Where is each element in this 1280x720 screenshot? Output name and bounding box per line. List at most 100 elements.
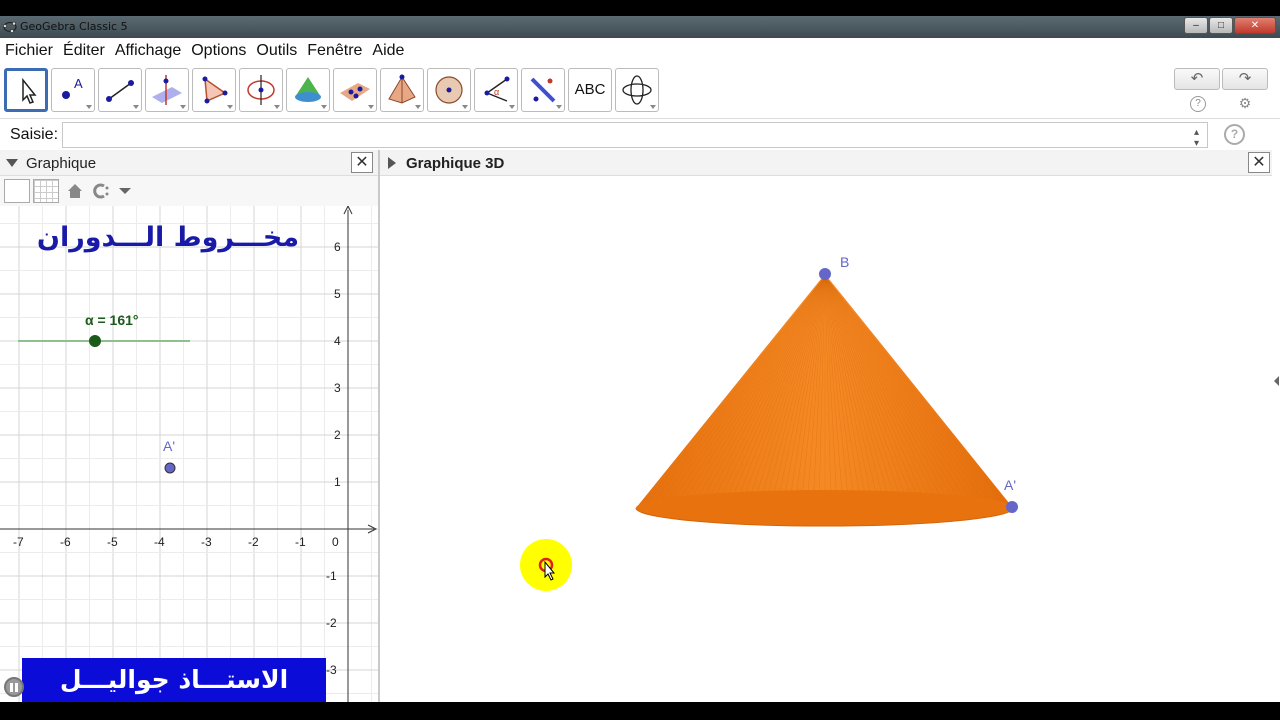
graphics-2d-close-button[interactable]: ✕ [351, 152, 373, 173]
home-icon[interactable] [65, 181, 85, 201]
point-b-label: B [840, 254, 849, 270]
help-icon[interactable]: ? [1190, 96, 1206, 112]
menu-affichage[interactable]: Affichage [110, 38, 186, 60]
bottom-black-bar [0, 702, 1280, 720]
close-window-button[interactable]: ✕ [1234, 17, 1276, 34]
slider-knob[interactable] [89, 335, 101, 347]
reflect-tool-button[interactable] [521, 68, 565, 112]
perpendicular-plane-icon [152, 75, 182, 105]
net-plane-icon [340, 83, 370, 101]
x-tick-label: -5 [107, 535, 118, 549]
show-axes-toggle[interactable] [4, 179, 30, 203]
y-tick-label: -1 [326, 569, 337, 583]
sphere-tool-button[interactable] [427, 68, 471, 112]
sphere-icon [435, 76, 463, 104]
y-tick-label: 3 [334, 381, 341, 395]
expand-caret-icon[interactable] [388, 157, 396, 169]
point-a-prime[interactable] [164, 462, 176, 474]
line-tool-button[interactable] [98, 68, 142, 112]
perpendicular-line-tool-button[interactable] [145, 68, 189, 112]
text-tool-label: ABC [574, 81, 606, 98]
x-tick-label: 0 [332, 535, 339, 549]
menu-options[interactable]: Options [186, 38, 251, 60]
intersect-surfaces-tool-button[interactable] [286, 68, 330, 112]
pause-animation-icon[interactable] [4, 677, 24, 697]
author-banner-arabic: الاستـــاذ جواليـــل احمـــد [22, 658, 326, 702]
show-grid-toggle[interactable] [33, 179, 59, 203]
graphics-2d-canvas[interactable]: -7 -6 -5 -4 -3 -2 -1 0 6 5 4 3 2 1 -1 -2 -3 α = 161° A' [0, 206, 378, 702]
y-tick-label: 4 [334, 334, 341, 348]
pyramid-tool-button[interactable] [333, 68, 377, 112]
y-tick-label: 5 [334, 287, 341, 301]
point-a-prime-label: A' [163, 438, 175, 454]
cone-surface-icon [295, 77, 321, 102]
text-tool-button[interactable]: ABC [568, 68, 612, 112]
point-a-prime-3d-label: A' [1004, 477, 1016, 493]
point-capture-dropdown-icon[interactable] [92, 181, 132, 201]
input-history-spinner-icon[interactable]: ▴ ▾ [1194, 127, 1199, 149]
redo-button[interactable]: ↷ [1222, 68, 1268, 90]
menu-fichier[interactable]: Fichier [0, 38, 58, 60]
x-tick-label: -2 [248, 535, 259, 549]
y-tick-label: -3 [326, 663, 337, 677]
cursor-arrow-icon [22, 77, 37, 104]
menu-fenetre[interactable]: Fenêtre [302, 38, 367, 60]
angle-tool-button[interactable]: α [474, 68, 518, 112]
point-tool-button[interactable]: A [51, 68, 95, 112]
menu-outils[interactable]: Outils [251, 38, 302, 60]
y-tick-label: 2 [334, 428, 341, 442]
input-field[interactable] [62, 122, 1208, 148]
settings-gear-icon[interactable]: ⚙ [1237, 95, 1253, 111]
input-bar: Saisie: ▴ ▾ ? [0, 118, 1280, 150]
rotate-view-tool-button[interactable] [615, 68, 659, 112]
undo-button[interactable]: ↶ [1174, 68, 1220, 90]
graphics-2d-title: Graphique [26, 155, 97, 172]
menu-aide[interactable]: Aide [367, 38, 409, 60]
svg-text:A: A [74, 76, 83, 91]
polygon-tool-button[interactable] [192, 68, 236, 112]
point-icon: A [62, 76, 83, 99]
graphics-3d-canvas[interactable]: B A' [380, 176, 1272, 702]
grid [0, 206, 378, 702]
graphics-style-bar [0, 176, 378, 206]
x-tick-label: -3 [201, 535, 212, 549]
point-a-prime-3d[interactable] [1006, 501, 1018, 513]
window-titlebar: GeoGebra Classic 5 – □ ✕ [0, 16, 1280, 38]
dock-expand-arrow-icon[interactable] [1274, 376, 1279, 386]
maximize-button[interactable]: □ [1209, 17, 1233, 34]
minimize-button[interactable]: – [1184, 17, 1208, 34]
reflect-plane-icon [530, 77, 556, 103]
prism-tool-button[interactable] [380, 68, 424, 112]
graphics-2d-header: Graphique ✕ [0, 150, 378, 176]
rotate-3d-view-icon [622, 75, 652, 105]
circle-axis-icon [247, 75, 275, 105]
angle-icon: α [484, 76, 510, 102]
polygon-icon [202, 76, 228, 104]
graphics-3d-header: Graphique 3D ✕ [380, 150, 1272, 176]
move-tool-button[interactable] [4, 68, 48, 112]
menu-bar: Fichier Éditer Affichage Options Outils Fenêt… [0, 38, 1280, 64]
graphics-3d-close-button[interactable]: ✕ [1248, 152, 1270, 173]
x-tick-label: -7 [13, 535, 24, 549]
pyramid-icon [388, 74, 416, 104]
geogebra-app-icon [3, 21, 17, 33]
collapse-caret-icon[interactable] [6, 159, 18, 167]
graphics-3d-title: Graphique 3D [406, 155, 505, 172]
point-b[interactable] [819, 268, 831, 280]
y-tick-label: 6 [334, 240, 341, 254]
x-tick-label: -6 [60, 535, 71, 549]
lesson-title-arabic: مخـــروط الـــدوران [36, 222, 300, 253]
y-tick-label: -2 [326, 616, 337, 630]
cone-of-revolution[interactable] [635, 274, 1014, 527]
svg-text:α: α [494, 87, 499, 97]
circle-axis-tool-button[interactable] [239, 68, 283, 112]
right-dock-edge [1272, 150, 1280, 702]
axes [0, 206, 378, 702]
input-help-icon[interactable]: ? [1224, 124, 1245, 145]
menu-editer[interactable]: Éditer [58, 38, 110, 60]
input-label: Saisie: [10, 126, 59, 143]
slider-label: α = 161° [85, 312, 139, 328]
toolbar: A α ABC ↶ ↷ ? ⚙ [0, 64, 1280, 118]
x-tick-label: -1 [295, 535, 306, 549]
graphics-2d-panel: Graphique ✕ -7 -6 -5 -4 -3 -2 -1 0 6 5 4 3 2 1 -1 -2 -3 … [0, 150, 378, 702]
